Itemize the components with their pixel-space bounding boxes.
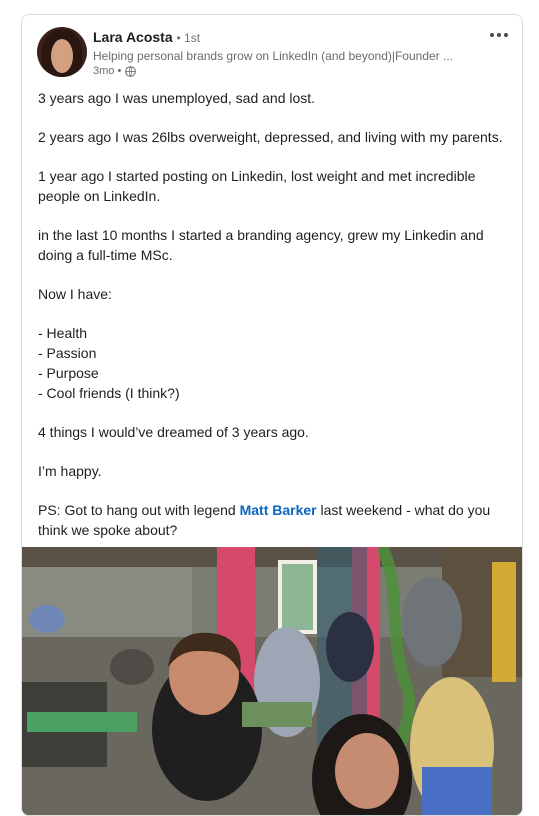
list-item: - Health: [38, 325, 88, 341]
paragraph: 1 year ago I started posting on Linkedin…: [38, 166, 506, 206]
paragraph: I’m happy.: [38, 461, 506, 481]
paragraph: 2 years ago I was 26lbs overweight, depr…: [38, 127, 506, 147]
globe-icon: [125, 65, 137, 77]
text-line: people on LinkedIn.: [38, 188, 161, 204]
paragraph: Now I have:: [38, 284, 506, 304]
text-line: 3 years ago I was unemployed, sad and lo…: [38, 90, 316, 106]
text-line: PS: Got to hang out with legend Matt Bar…: [38, 500, 506, 520]
ps-paragraph: PS: Got to hang out with legend Matt Bar…: [38, 500, 506, 540]
connection-degree: • 1st: [176, 31, 201, 45]
author-name-row: Lara Acosta • 1st: [93, 29, 200, 45]
more-dot: [504, 33, 508, 37]
text-line: doing a full-time MSc.: [38, 247, 173, 263]
list-item: - Purpose: [38, 365, 99, 381]
author-name[interactable]: Lara Acosta: [93, 29, 173, 45]
post-time: 3mo •: [93, 65, 122, 77]
post-meta: 3mo •: [93, 65, 137, 77]
post-header: Lara Acosta • 1st Helping personal brand…: [22, 15, 522, 81]
text-line: 4 things I would’ve dreamed of 3 years a…: [38, 424, 309, 440]
list-item: - Passion: [38, 345, 97, 361]
paragraph: 4 things I would’ve dreamed of 3 years a…: [38, 422, 506, 442]
mention-link[interactable]: Matt Barker: [240, 502, 317, 518]
post-photo[interactable]: [22, 547, 522, 815]
ps-text-after: last weekend - what do you: [316, 502, 491, 518]
paragraph: 3 years ago I was unemployed, sad and lo…: [38, 88, 506, 108]
ps-text-before: PS: Got to hang out with legend: [38, 502, 240, 518]
more-dot: [490, 33, 494, 37]
text-line: Now I have:: [38, 286, 112, 302]
more-dot: [497, 33, 501, 37]
photo-scene: [22, 547, 522, 815]
author-avatar[interactable]: [37, 27, 87, 77]
text-line: I’m happy.: [38, 463, 102, 479]
more-icon[interactable]: [488, 29, 510, 41]
text-line: 2 years ago I was 26lbs overweight, depr…: [38, 129, 503, 145]
paragraph: - Health - Passion - Purpose - Cool frie…: [38, 323, 506, 403]
author-headline: Helping personal brands grow on LinkedIn…: [93, 49, 454, 63]
text-line: in the last 10 months I started a brandi…: [38, 227, 484, 243]
avatar-hair: [42, 29, 82, 77]
list-item: - Cool friends (I think?): [38, 385, 180, 401]
paragraph: in the last 10 months I started a brandi…: [38, 225, 506, 265]
text-line: 1 year ago I started posting on Linkedin…: [38, 168, 476, 184]
text-line: think we spoke about?: [38, 522, 178, 538]
post-text: 3 years ago I was unemployed, sad and lo…: [38, 88, 506, 540]
post-card: Lara Acosta • 1st Helping personal brand…: [21, 14, 523, 816]
